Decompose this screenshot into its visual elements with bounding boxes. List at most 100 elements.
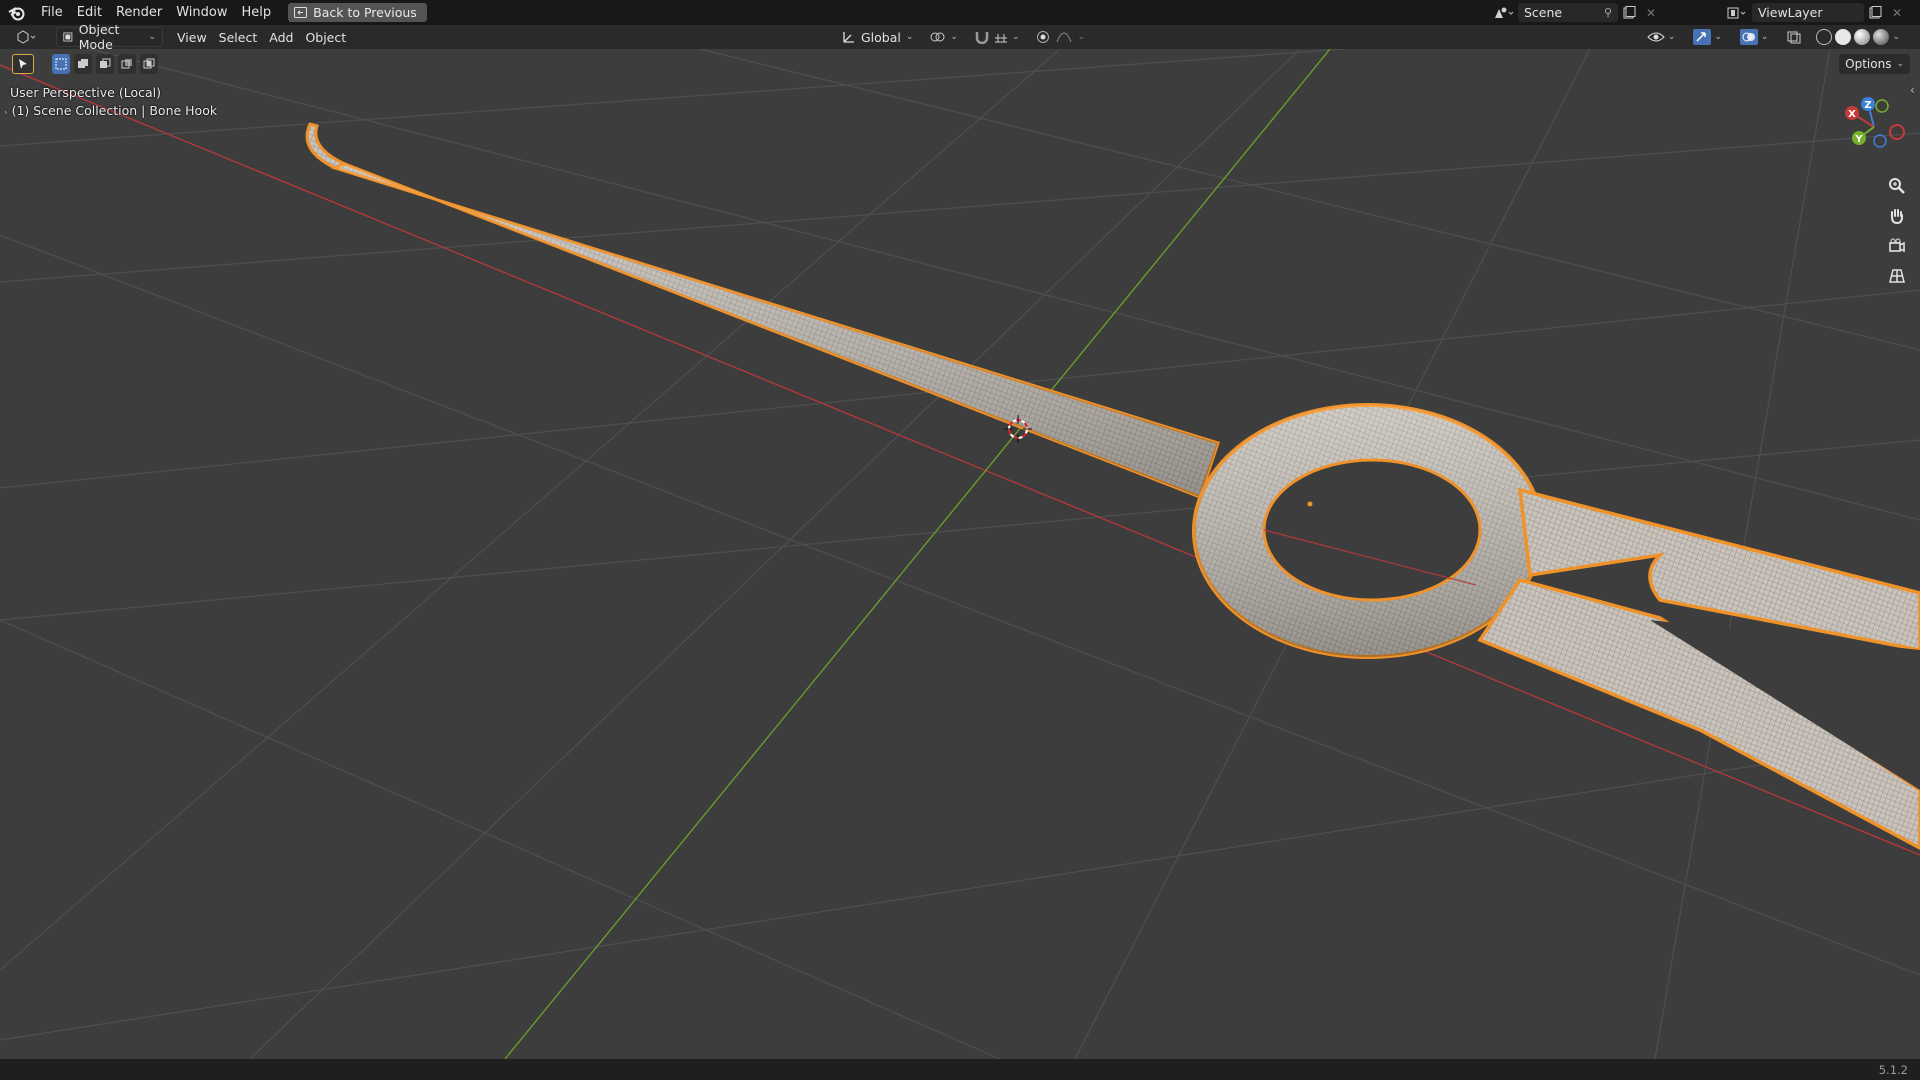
top-bar: File Edit Render Window Help Back to Pre… (0, 0, 1920, 25)
mode-dropdown[interactable]: Object Mode ⌄ (56, 22, 163, 52)
scene-selector: Scene ⚲ ✕ (1493, 0, 1662, 25)
orientation-dropdown[interactable]: Global ⌄ (836, 27, 919, 47)
navigation-gizmo[interactable]: Z X Y (1840, 91, 1910, 161)
chevron-down-icon: ⌄ (148, 32, 156, 42)
perspective-label: User Perspective (Local) (10, 85, 161, 100)
scene-name: Scene (1524, 5, 1563, 20)
pivot-point-button[interactable]: ⌄ (923, 27, 964, 47)
delete-scene-icon[interactable]: ✕ (1640, 3, 1662, 22)
material-shading-icon[interactable] (1854, 29, 1871, 45)
delete-viewlayer-icon[interactable]: ✕ (1886, 3, 1908, 22)
viewlayer-icon[interactable] (1727, 3, 1749, 22)
x-axis-line (0, 64, 1920, 856)
select-invert-button[interactable] (118, 54, 136, 74)
svg-text:Y: Y (1854, 134, 1863, 145)
scene-icon[interactable] (1493, 3, 1515, 22)
pin-icon[interactable]: ⚲ (1604, 6, 1612, 19)
options-dropdown[interactable]: Options ⌄ (1839, 54, 1910, 74)
viewport-scene (0, 49, 1920, 1059)
proportional-editing-icon (1036, 31, 1049, 43)
options-label: Options (1845, 57, 1892, 71)
camera-icon (1889, 238, 1905, 253)
visibility-dropdown[interactable]: ⌄ (1641, 27, 1682, 47)
select-subtract-icon (100, 58, 111, 68)
snap-grid-icon (994, 34, 1007, 43)
select-new-button[interactable] (52, 54, 70, 74)
object-origin (1307, 501, 1313, 507)
select-intersect-icon (143, 58, 155, 69)
select-extend-icon (78, 59, 88, 68)
scene-name-field[interactable]: Scene ⚲ (1518, 3, 1618, 22)
xray-toggle[interactable] (1780, 27, 1808, 47)
object-mode-icon (63, 32, 73, 42)
menu-view[interactable]: View (171, 27, 213, 47)
solid-shading-icon[interactable] (1835, 29, 1852, 45)
back-to-previous-button[interactable]: Back to Previous (288, 3, 427, 22)
select-intersect-button[interactable] (140, 54, 158, 74)
gizmo-icon (1693, 29, 1712, 45)
svg-text:X: X (1848, 109, 1856, 120)
falloff-icon (1056, 32, 1071, 43)
orthographic-toggle-button[interactable] (1884, 263, 1910, 289)
magnet-icon (975, 32, 989, 44)
viewlayer-name: ViewLayer (1758, 5, 1823, 20)
zoom-button[interactable] (1884, 173, 1910, 199)
viewlayer-name-field[interactable]: ViewLayer (1752, 3, 1864, 22)
new-scene-icon[interactable] (1618, 3, 1640, 22)
viewport-header: Object Mode ⌄ View Select Add Object Glo… (0, 22, 1920, 52)
snap-toggle[interactable]: ⌄ (968, 27, 1026, 47)
menu-file[interactable]: File (34, 0, 70, 25)
menu-help[interactable]: Help (235, 0, 279, 25)
expand-chevron-icon[interactable]: › (4, 108, 8, 118)
grid-perspective-icon (1889, 269, 1905, 283)
blender-logo-icon[interactable] (0, 0, 34, 25)
menu-window[interactable]: Window (169, 0, 234, 25)
menu-add[interactable]: Add (263, 27, 299, 47)
mode-label: Object Mode (78, 22, 120, 52)
back-icon (294, 7, 308, 18)
orientation-label: Global (861, 29, 901, 45)
camera-view-button[interactable] (1884, 233, 1910, 259)
status-bar: 5.1.2 (0, 1059, 1920, 1080)
proportional-editing-button[interactable]: ⌄ (1030, 27, 1092, 47)
select-invert-icon (121, 59, 132, 69)
collection-label: › (1) Scene Collection | Bone Hook (4, 103, 217, 118)
zoom-icon (1889, 178, 1905, 194)
select-extend-button[interactable] (74, 54, 92, 74)
rendered-shading-icon[interactable] (1873, 29, 1890, 45)
editor-type-icon (17, 30, 36, 44)
eye-icon (1647, 32, 1665, 42)
select-tool-button[interactable] (12, 54, 34, 74)
shading-options-chevron-icon[interactable]: ⌄ (1892, 32, 1900, 42)
back-to-previous-label: Back to Previous (313, 5, 417, 20)
viewlayer-selector: ViewLayer ✕ (1727, 0, 1908, 25)
sidebar-toggle-icon[interactable]: ‹ (1910, 83, 1920, 103)
xray-icon (1787, 31, 1801, 44)
svg-text:Z: Z (1864, 100, 1871, 111)
menu-object[interactable]: Object (299, 27, 352, 47)
shading-modes: ⌄ (1814, 27, 1902, 47)
orientation-icon (843, 32, 854, 43)
select-subtract-button[interactable] (96, 54, 114, 74)
cursor-arrow-icon (19, 59, 27, 69)
main-menu: File Edit Render Window Help (34, 0, 278, 25)
3d-viewport[interactable]: User Perspective (Local) › (1) Scene Col… (0, 49, 1920, 1059)
overlays-icon (1739, 29, 1758, 45)
new-viewlayer-icon[interactable] (1864, 3, 1886, 22)
wireframe-shading-icon[interactable] (1816, 29, 1833, 45)
select-mode-toolbar (12, 54, 158, 74)
hand-icon (1891, 209, 1903, 225)
menu-select[interactable]: Select (213, 27, 264, 47)
pivot-icon (930, 32, 945, 42)
version-label: 5.1.2 (1878, 1062, 1908, 1077)
gizmo-toggle[interactable]: ⌄ (1687, 27, 1728, 47)
transform-tools: Global ⌄ ⌄ ⌄ ⌄ (836, 27, 1091, 47)
chevron-down-icon: ⌄ (1896, 59, 1904, 69)
overlays-toggle[interactable]: ⌄ (1734, 27, 1775, 47)
editor-type-button[interactable] (6, 27, 48, 47)
viewport-display-tools: ⌄ ⌄ ⌄ ⌄ (1641, 27, 1902, 47)
pan-button[interactable] (1884, 203, 1910, 229)
bone-hook-object (305, 122, 1920, 850)
select-new-icon (55, 58, 67, 70)
collection-text: (1) Scene Collection | Bone Hook (11, 103, 218, 118)
